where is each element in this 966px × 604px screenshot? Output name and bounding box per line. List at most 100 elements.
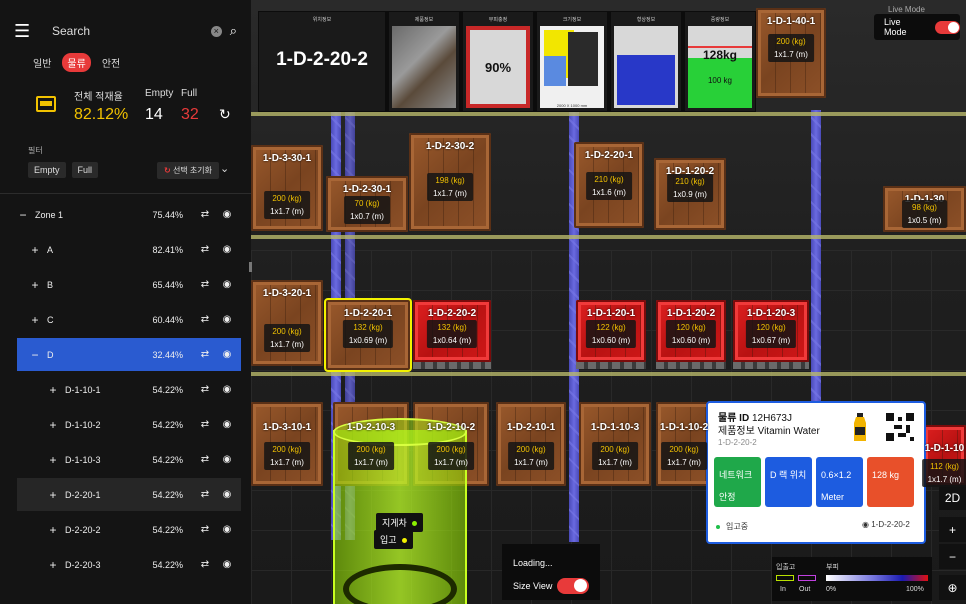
tree-item[interactable]: + D-1-10-3 54.22% ⇄ ◉ (17, 443, 241, 476)
location-pin-icon[interactable]: ◉ (219, 454, 235, 465)
filter-icon[interactable]: ⇄ (197, 454, 213, 465)
crate-id: 1-D-2-20-1 (343, 308, 393, 319)
thumb-volume[interactable]: 부피충정 90% (463, 12, 533, 111)
tree-item[interactable]: + D-2-20-2 54.22% ⇄ ◉ (17, 513, 241, 546)
crate[interactable]: 1-D-1-20-2 210 (kg) 1x0.9 (m) (654, 158, 726, 230)
tree-item[interactable]: − Zone 1 75.44% ⇄ ◉ (17, 198, 241, 231)
expand-icon[interactable]: + (29, 313, 41, 327)
crate-full[interactable]: 1-D-2-20-2 132 (kg) 1x0.64 (m) (413, 300, 491, 362)
crate[interactable]: 1-D-1-10-2 200 (kg) 1x1.7 (m) (656, 402, 712, 486)
zoom-in-button[interactable]: + (939, 517, 966, 542)
crate-tag: 198 (kg) 1x1.7 (m) (427, 173, 473, 201)
status-location[interactable]: ◉ 1-D-2-20-2 (862, 520, 910, 529)
filter-icon[interactable]: ⇄ (197, 384, 213, 395)
tree-item-selected[interactable]: − D 32.44% ⇄ ◉ (17, 338, 241, 371)
crate[interactable]: 1-D-1-30 98 (kg)1x0.5 (m) (883, 186, 966, 232)
thumb-location[interactable]: 위치정보 1-D-2-20-2 (259, 12, 385, 111)
crate[interactable]: 1-D-1-10-3 200 (kg) 1x1.7 (m) (579, 402, 651, 486)
live-mode-ghost-label: Live Mode (888, 5, 925, 14)
location-pin-icon[interactable]: ◉ (219, 279, 235, 290)
crate[interactable]: 1-D-1-40-1 200 (kg) 1x1.7 (m) (756, 8, 826, 98)
crate[interactable]: 1-D-2-20-1 210 (kg) 1x1.6 (m) (574, 142, 644, 228)
mode-2d-button[interactable]: 2D (939, 485, 966, 510)
locate-icon[interactable]: ⊕ (939, 575, 966, 600)
refresh-icon[interactable]: ↻ (219, 106, 231, 123)
thumb-size[interactable]: 크기정보 2000 X 1000 mm (537, 12, 607, 111)
chevron-down-icon[interactable]: ⌄ (220, 162, 229, 175)
crate-full[interactable]: 1-D-1-20-1 122 (kg) 1x0.60 (m) (576, 300, 646, 362)
crate-tag: 200 (kg) 1x1.7 (m) (661, 442, 707, 470)
expand-icon[interactable]: + (47, 453, 59, 467)
filter-icon[interactable]: ⇄ (197, 244, 213, 255)
location-pin-icon[interactable]: ◉ (219, 314, 235, 325)
tree-item[interactable]: + D-1-10-1 54.22% ⇄ ◉ (17, 373, 241, 406)
collapse-icon[interactable]: − (17, 208, 29, 222)
location-pin-icon[interactable]: ◉ (219, 349, 235, 360)
scrollbar[interactable] (249, 262, 252, 272)
collapse-icon[interactable]: − (29, 348, 41, 362)
search-icon[interactable]: ⌕ (230, 23, 237, 39)
filter-empty[interactable]: Empty (28, 162, 66, 178)
crate[interactable]: 1-D-3-20-1 200 (kg) 1x1.7 (m) (251, 280, 323, 366)
location-pin-icon[interactable]: ◉ (219, 384, 235, 395)
zoom-out-button[interactable]: − (939, 544, 966, 569)
qr-code-icon[interactable] (886, 413, 914, 441)
crate-selected[interactable]: 1-D-2-20-1 132 (kg) 1x0.69 (m) (324, 298, 412, 372)
filter-icon[interactable]: ⇄ (197, 349, 213, 360)
thumb-product[interactable]: 제품정보 (389, 12, 459, 111)
menu-icon[interactable]: ☰ (14, 21, 38, 42)
filter-icon[interactable]: ⇄ (197, 489, 213, 500)
crate[interactable]: 1-D-2-10-1 200 (kg) 1x1.7 (m) (496, 402, 566, 486)
tree-item-hover[interactable]: + D-2-20-1 54.22% ⇄ ◉ (17, 478, 241, 511)
location-pin-icon[interactable]: ◉ (219, 559, 235, 570)
expand-icon[interactable]: + (29, 278, 41, 292)
thumb-weight[interactable]: 중량정보 128kg 100 kg (685, 12, 755, 111)
tree-item[interactable]: + C 60.44% ⇄ ◉ (17, 303, 241, 336)
location-pin-icon[interactable]: ◉ (219, 244, 235, 255)
crate[interactable]: 1-D-2-30-1 70 (kg) 1x0.7 (m) (326, 176, 408, 232)
crate-full[interactable]: 1-D-1-20-3 120 (kg) 1x0.67 (m) (733, 300, 809, 362)
expand-icon[interactable]: + (47, 488, 59, 502)
crate-id: 1-D-2-20-1 (584, 150, 634, 161)
crate-full[interactable]: 1-D-1-20-2 120 (kg) 1x0.60 (m) (656, 300, 726, 362)
filter-full[interactable]: Full (71, 162, 99, 178)
location-pin-icon[interactable]: ◉ (219, 489, 235, 500)
tree-item[interactable]: + D-2-20-3 54.22% ⇄ ◉ (17, 548, 241, 581)
expand-icon[interactable]: + (29, 243, 41, 257)
filter-icon[interactable]: ⇄ (197, 419, 213, 430)
filter-icon[interactable]: ⇄ (197, 209, 213, 220)
thumb-shape[interactable]: 형상정보 (611, 12, 681, 111)
filter-icon[interactable]: ⇄ (197, 314, 213, 325)
status-dot-icon (716, 525, 720, 529)
tree-item[interactable]: + D-1-10-2 54.22% ⇄ ◉ (17, 408, 241, 441)
location-pin-icon[interactable]: ◉ (219, 524, 235, 535)
expand-icon[interactable]: + (47, 523, 59, 537)
crate[interactable]: 1-D-2-30-2 198 (kg) 1x1.7 (m) (409, 133, 491, 231)
tab-safety[interactable]: 안전 (97, 53, 125, 72)
product-info: 제품정보 Vitamin Water (718, 426, 820, 437)
reset-selection-button[interactable]: ↻ 선택 초기화 (157, 162, 219, 179)
tab-logistics[interactable]: 물류 (62, 53, 91, 72)
filter-icon[interactable]: ⇄ (197, 559, 213, 570)
crate-full[interactable]: 1-D-1-10 112 (kg) 1x1.7 (m) (921, 425, 966, 487)
expand-icon[interactable]: + (47, 558, 59, 572)
crate[interactable]: 1-D-3-10-1 200 (kg) 1x1.7 (m) (251, 402, 323, 486)
clear-icon[interactable]: × (210, 25, 222, 37)
live-mode-toggle[interactable] (934, 20, 960, 34)
crate[interactable]: 1-D-3-30-1 200 (kg) 1x1.7 (m) (251, 145, 323, 231)
filter-icon[interactable]: ⇄ (197, 279, 213, 290)
tree-item[interactable]: + B 65.44% ⇄ ◉ (17, 268, 241, 301)
category-tabs: 일반 물류 안전 (0, 53, 251, 72)
search-input[interactable]: Search (52, 24, 211, 38)
location-pin-icon[interactable]: ◉ (219, 209, 235, 220)
crate-id: 1-D-2-10-3 (346, 422, 396, 433)
tab-general[interactable]: 일반 (28, 53, 56, 72)
filter-icon[interactable]: ⇄ (197, 524, 213, 535)
item-info-card: 물류 ID 12H673J 제품정보 Vitamin Water 1-D-2-2… (706, 401, 926, 544)
expand-icon[interactable]: + (47, 418, 59, 432)
full-label: Full (181, 88, 198, 99)
expand-icon[interactable]: + (47, 383, 59, 397)
tree-item[interactable]: + A 82.41% ⇄ ◉ (17, 233, 241, 266)
location-pin-icon[interactable]: ◉ (219, 419, 235, 430)
size-view-toggle[interactable] (557, 578, 589, 594)
